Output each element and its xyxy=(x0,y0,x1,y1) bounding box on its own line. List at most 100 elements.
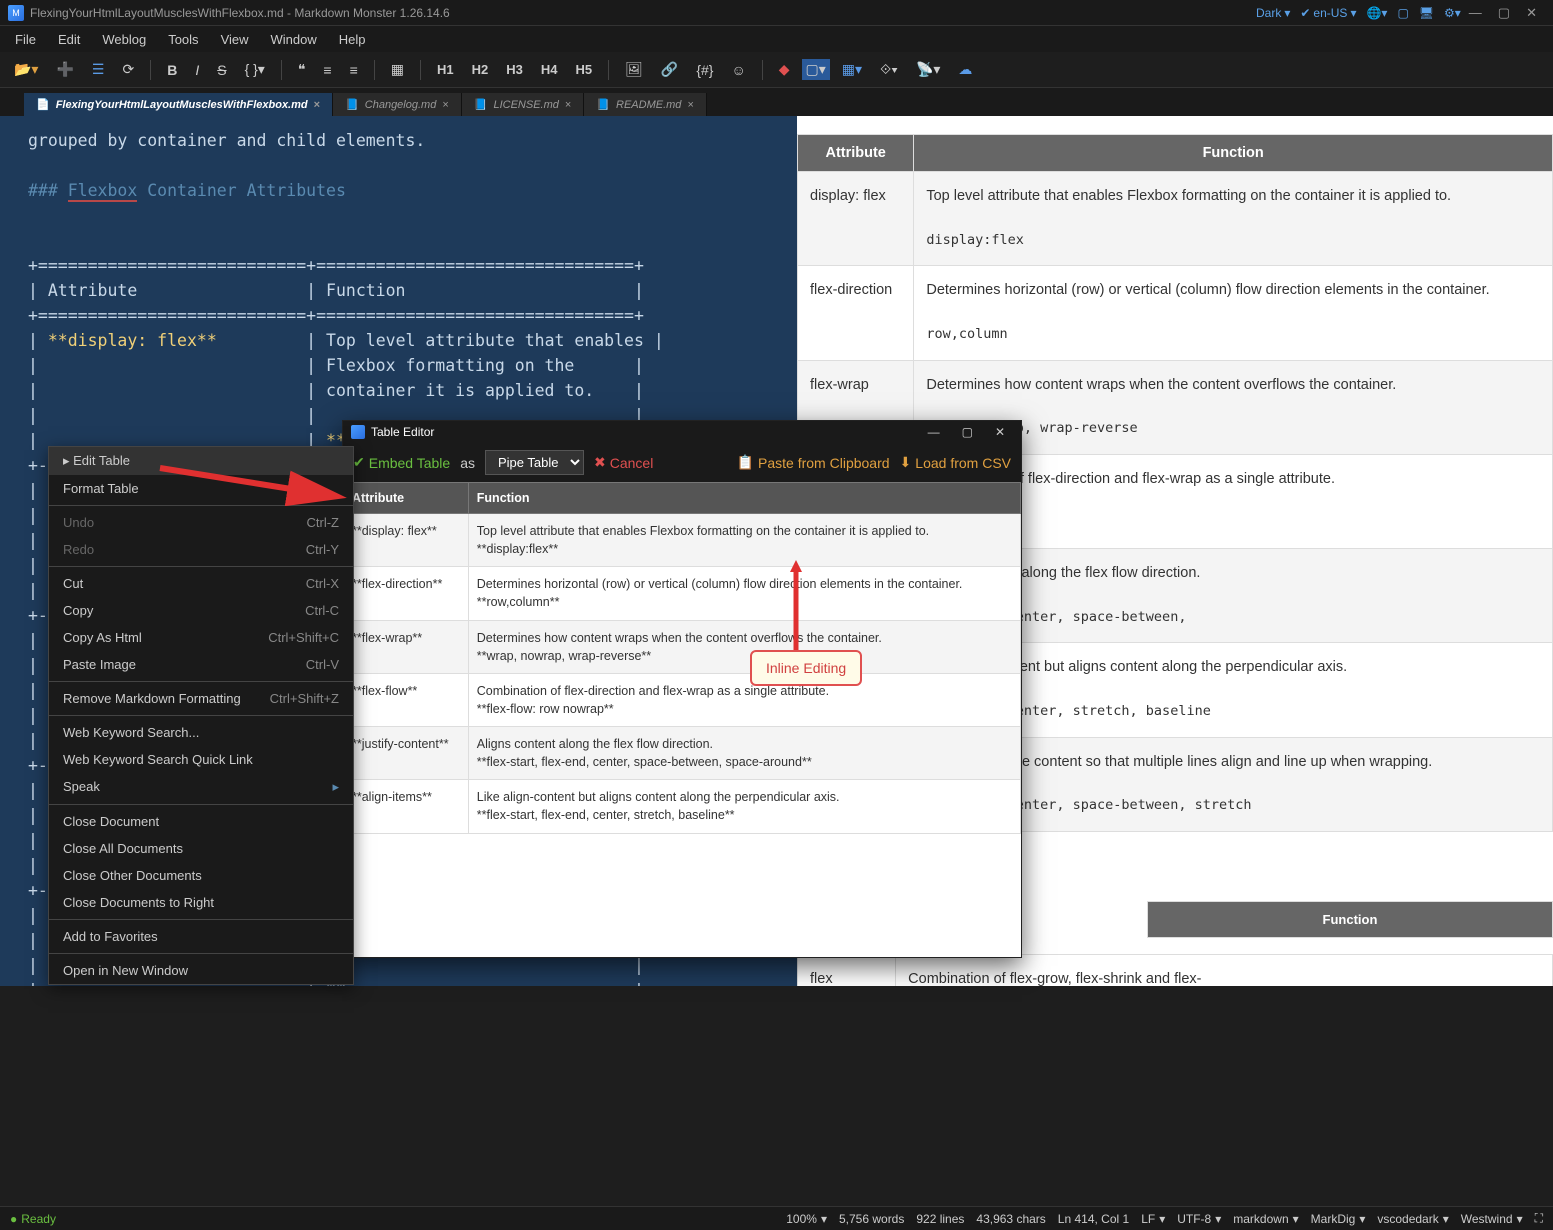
h3-button[interactable]: H3 xyxy=(500,58,529,81)
ctx-add-to-favorites[interactable]: Add to Favorites xyxy=(49,923,353,950)
embed-table-button[interactable]: ✔ Embed Table xyxy=(353,454,450,471)
table-mode-select[interactable]: Pipe Table xyxy=(485,450,584,475)
sync-icon[interactable]: ⟐▾ xyxy=(874,57,904,82)
globe-icon[interactable]: 🌐▾ xyxy=(1366,6,1387,20)
h1-button[interactable]: H1 xyxy=(431,58,460,81)
zoom-level[interactable]: 100% ▾ xyxy=(786,1212,827,1226)
table-editor-toolbar: ✔ Embed Table as Pipe Table ✖ Cancel 📋 P… xyxy=(343,443,1021,482)
image-button[interactable]: 🖼 xyxy=(619,57,649,82)
paste-clipboard-button[interactable]: 📋 Paste from Clipboard xyxy=(737,454,890,471)
menu-view[interactable]: View xyxy=(212,29,258,50)
minimize-button[interactable]: — xyxy=(1461,5,1490,20)
line-count: 922 lines xyxy=(916,1212,964,1226)
ctx-copy-as-html[interactable]: Copy As HtmlCtrl+Shift+C xyxy=(49,624,353,651)
table-editor-grid[interactable]: AttributeFunction**display: flex**Top le… xyxy=(343,482,1021,957)
table-editor-window: Table Editor — ▢ ✕ ✔ Embed Table as Pipe… xyxy=(342,420,1022,958)
editor-theme[interactable]: vscodedark ▾ xyxy=(1377,1212,1448,1226)
italic-button[interactable]: I xyxy=(189,58,205,82)
close-tab-icon[interactable]: × xyxy=(314,99,320,111)
cancel-button[interactable]: ✖ Cancel xyxy=(594,454,653,471)
ctx-cut[interactable]: CutCtrl-X xyxy=(49,570,353,597)
h2-button[interactable]: H2 xyxy=(466,58,495,81)
code-button[interactable]: { }▾ xyxy=(239,57,271,82)
ctx-remove-markdown-formatting[interactable]: Remove Markdown FormattingCtrl+Shift+Z xyxy=(49,685,353,712)
list-button[interactable]: ≡ xyxy=(317,58,337,82)
ctx-undo[interactable]: UndoCtrl-Z xyxy=(49,509,353,536)
lang-dropdown[interactable]: ✔ en-US ▾ xyxy=(1300,6,1356,20)
encoding[interactable]: UTF-8 ▾ xyxy=(1177,1212,1221,1226)
statusbar: ● Ready 100% ▾ 5,756 words 922 lines 43,… xyxy=(0,1206,1553,1230)
te-close[interactable]: ✕ xyxy=(987,425,1013,439)
toolbar: 📂▾ ➕ ☰ ⟳ B I S { }▾ ❝ ≡ ≡ ▦ H1 H2 H3 H4 … xyxy=(0,52,1553,88)
ctx-speak[interactable]: Speak▸ xyxy=(49,773,353,801)
menu-help[interactable]: Help xyxy=(330,29,375,50)
preview-button[interactable]: ▢▾ xyxy=(802,59,830,80)
ctx-close-other-documents[interactable]: Close Other Documents xyxy=(49,862,353,889)
menu-file[interactable]: File xyxy=(6,29,45,50)
cloud-icon[interactable]: ☁ xyxy=(952,57,978,82)
user[interactable]: Westwind ▾ xyxy=(1461,1212,1523,1226)
menu-weblog[interactable]: Weblog xyxy=(93,29,155,50)
theme-dropdown[interactable]: Dark ▾ xyxy=(1256,6,1290,20)
bold-button[interactable]: B xyxy=(161,58,183,82)
strike-button[interactable]: S xyxy=(211,58,232,82)
language[interactable]: markdown ▾ xyxy=(1233,1212,1298,1226)
fullscreen-icon[interactable]: ⛶ xyxy=(1535,1211,1543,1226)
ctx-close-document[interactable]: Close Document xyxy=(49,808,353,835)
link-button[interactable]: 🔗 xyxy=(655,57,684,82)
menu-edit[interactable]: Edit xyxy=(49,29,89,50)
annotation-arrow-2 xyxy=(786,560,806,655)
eol-mode[interactable]: LF ▾ xyxy=(1141,1212,1165,1226)
h5-button[interactable]: H5 xyxy=(569,58,598,81)
tab-bar: 📄FlexingYourHtmlLayoutMusclesWithFlexbox… xyxy=(0,88,1553,116)
ctx-paste-image[interactable]: Paste ImageCtrl-V xyxy=(49,651,353,678)
app-icon: M xyxy=(8,5,24,21)
refresh-icon[interactable]: ⟳ xyxy=(116,57,140,82)
new-icon[interactable]: ➕ xyxy=(50,57,79,82)
table-button[interactable]: ▦ xyxy=(385,57,410,82)
annotation-arrow-1 xyxy=(150,456,350,506)
quote-button[interactable]: ❝ xyxy=(292,57,312,82)
word-count: 5,756 words xyxy=(839,1212,904,1226)
menu-tools[interactable]: Tools xyxy=(159,29,207,50)
rss-icon[interactable]: 📡▾ xyxy=(910,57,946,82)
menu-window[interactable]: Window xyxy=(262,29,326,50)
maximize-button[interactable]: ▢ xyxy=(1490,5,1518,21)
context-menu: ▸ Edit TableFormat TableUndoCtrl-ZRedoCt… xyxy=(48,446,354,985)
close-button[interactable]: ✕ xyxy=(1518,5,1545,21)
status-ready: ● Ready xyxy=(10,1212,56,1226)
char-count: 43,963 chars xyxy=(976,1212,1045,1226)
brackets-button[interactable]: {#} xyxy=(690,58,719,82)
tab-3[interactable]: 📘README.md× xyxy=(584,93,707,116)
cursor-pos: Ln 414, Col 1 xyxy=(1058,1212,1129,1226)
ctx-close-all-documents[interactable]: Close All Documents xyxy=(49,835,353,862)
monitor-icon[interactable]: 🖥 xyxy=(1419,6,1434,20)
engine[interactable]: MarkDig ▾ xyxy=(1311,1212,1366,1226)
ctx-redo[interactable]: RedoCtrl-Y xyxy=(49,536,353,563)
tab-active[interactable]: 📄FlexingYourHtmlLayoutMusclesWithFlexbox… xyxy=(24,93,333,116)
grid-icon[interactable]: ▦▾ xyxy=(836,57,868,82)
te-minimize[interactable]: — xyxy=(920,425,948,439)
emoji-button[interactable]: ☺ xyxy=(725,58,751,82)
ctx-open-in-new-window[interactable]: Open in New Window xyxy=(49,957,353,984)
ctx-copy[interactable]: CopyCtrl-C xyxy=(49,597,353,624)
table-editor-titlebar[interactable]: Table Editor — ▢ ✕ xyxy=(343,421,1021,443)
gear-icon[interactable]: ⚙▾ xyxy=(1444,6,1461,20)
tab-2[interactable]: 📘LICENSE.md× xyxy=(462,93,585,116)
diamond-icon[interactable]: ◆ xyxy=(773,57,796,82)
ctx-web-keyword-search-[interactable]: Web Keyword Search... xyxy=(49,719,353,746)
window-icon[interactable]: ▢ xyxy=(1397,6,1408,20)
window-title: FlexingYourHtmlLayoutMusclesWithFlexbox.… xyxy=(30,6,1256,20)
ctx-close-documents-to-right[interactable]: Close Documents to Right xyxy=(49,889,353,916)
te-maximize[interactable]: ▢ xyxy=(954,425,981,439)
load-csv-button[interactable]: ⬇ Load from CSV xyxy=(900,454,1011,471)
tab-1[interactable]: 📘Changelog.md× xyxy=(333,93,462,116)
save-icon[interactable]: ☰ xyxy=(86,57,111,82)
inline-editing-callout: Inline Editing xyxy=(750,650,862,686)
ordered-list-button[interactable]: ≡ xyxy=(344,58,364,82)
open-icon[interactable]: 📂▾ xyxy=(8,57,44,82)
ctx-web-keyword-search-quick-link[interactable]: Web Keyword Search Quick Link xyxy=(49,746,353,773)
menubar: File Edit Weblog Tools View Window Help xyxy=(0,26,1553,52)
h4-button[interactable]: H4 xyxy=(535,58,564,81)
preview-header-2: Function xyxy=(1147,901,1553,938)
